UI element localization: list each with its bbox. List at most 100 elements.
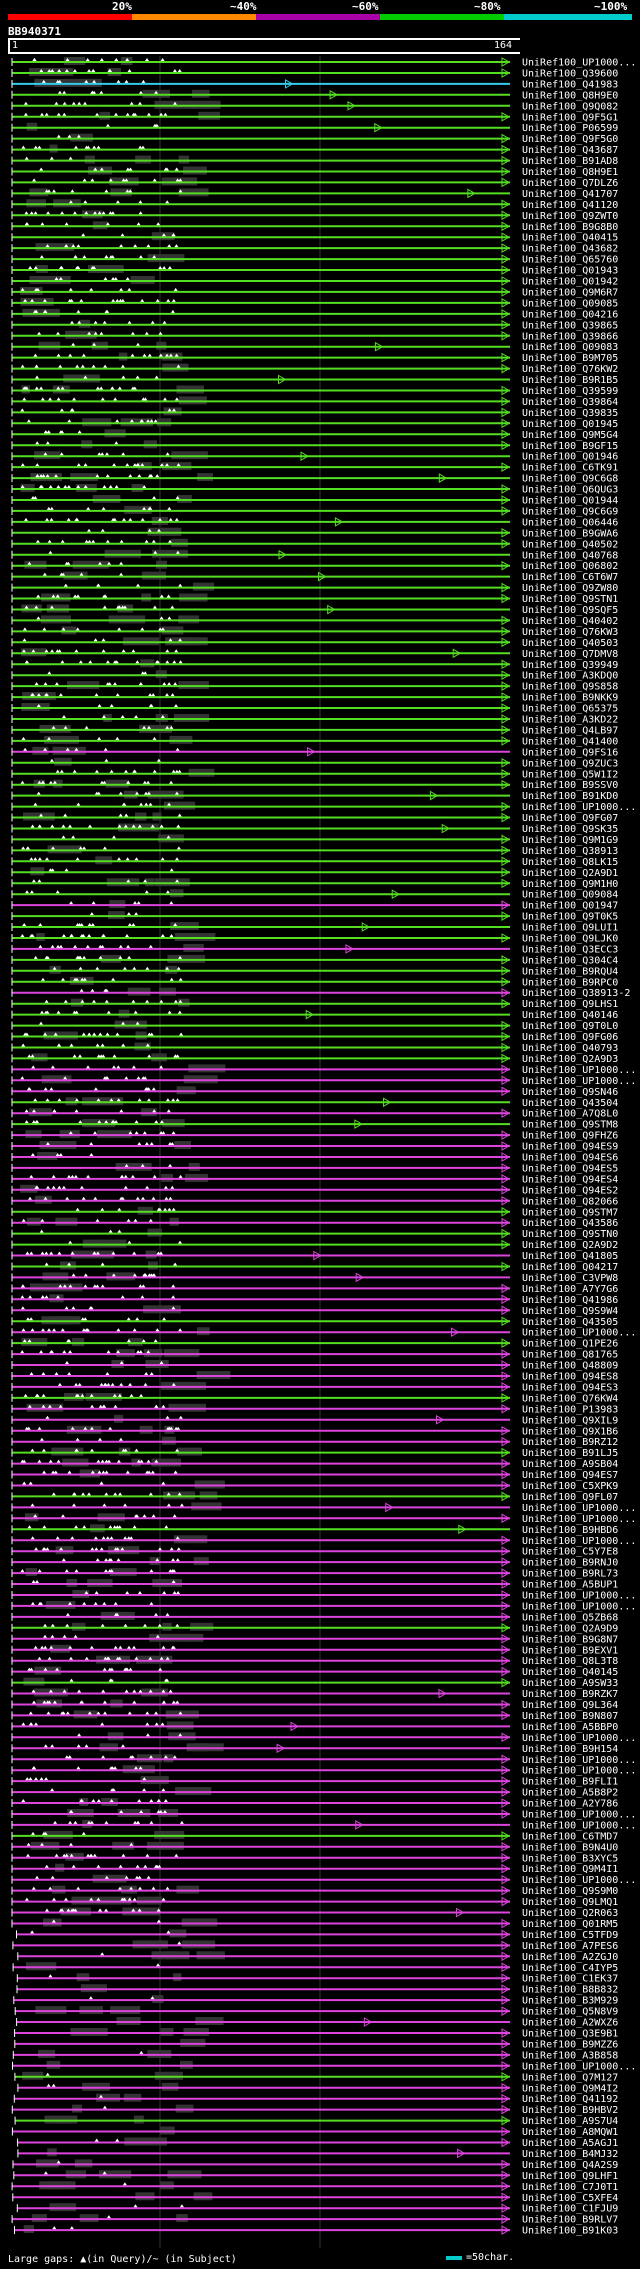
hit-row[interactable]: UniRef100_Q04217: [11, 1261, 618, 1274]
hit-row[interactable]: UniRef100_C5TFD9: [16, 1929, 619, 1941]
hit-row[interactable]: UniRef100_B9NKK9: [11, 692, 618, 704]
hit-name-link[interactable]: UniRef100_Q04216: [522, 309, 618, 320]
hit-name-link[interactable]: UniRef100_P06599: [522, 123, 618, 134]
hit-row[interactable]: UniRef100_Q39949: [11, 659, 618, 671]
hit-row[interactable]: UniRef100_Q3ECC3: [11, 943, 618, 956]
hit-row[interactable]: UniRef100_UP1000...: [11, 1535, 636, 1547]
hit-row[interactable]: UniRef100_Q39600: [11, 68, 618, 80]
hit-row[interactable]: UniRef100_A3B858: [12, 2049, 618, 2062]
hit-name-link[interactable]: UniRef100_Q94ES2: [522, 1185, 618, 1196]
hit-name-link[interactable]: UniRef100_B9RLV7: [522, 2215, 618, 2226]
hit-name-link[interactable]: UniRef100_Q43504: [522, 1098, 618, 1109]
hit-name-link[interactable]: UniRef100_Q43687: [522, 145, 618, 156]
hit-name-link[interactable]: UniRef100_C6T6W7: [522, 572, 618, 583]
hit-row[interactable]: UniRef100_B9RQU4: [11, 965, 618, 978]
hit-name-link[interactable]: UniRef100_B91K03: [522, 2226, 618, 2237]
hit-row[interactable]: UniRef100_B9HBD6: [11, 1524, 618, 1536]
hit-row[interactable]: UniRef100_B9H154: [11, 1743, 618, 1755]
hit-row[interactable]: UniRef100_B91LJ5: [11, 1447, 618, 1460]
hit-name-link[interactable]: UniRef100_Q9M4I2: [522, 2083, 618, 2094]
hit-name-link[interactable]: UniRef100_Q06802: [522, 561, 618, 572]
hit-name-link[interactable]: UniRef100_UP1000...: [522, 1503, 636, 1514]
hit-row[interactable]: UniRef100_Q9F5G1: [11, 111, 618, 124]
hit-row[interactable]: UniRef100_Q01945: [11, 418, 618, 430]
hit-name-link[interactable]: UniRef100_Q01943: [522, 266, 618, 277]
hit-row[interactable]: UniRef100_Q01944: [11, 495, 618, 507]
hit-name-link[interactable]: UniRef100_Q94ES9: [522, 1142, 618, 1153]
hit-name-link[interactable]: UniRef100_Q9S9M0: [522, 1886, 618, 1897]
hit-name-link[interactable]: UniRef100_Q9FL07: [522, 1492, 618, 1503]
hit-name-link[interactable]: UniRef100_Q9LHS1: [522, 999, 618, 1010]
hit-name-link[interactable]: UniRef100_Q6QUG3: [522, 485, 618, 496]
hit-row[interactable]: UniRef100_Q9L364: [11, 1699, 618, 1712]
hit-name-link[interactable]: UniRef100_UP1000...: [522, 1733, 636, 1744]
hit-row[interactable]: UniRef100_C3VPW8: [11, 1272, 618, 1284]
hit-name-link[interactable]: UniRef100_Q9LJK0: [522, 934, 618, 945]
hit-name-link[interactable]: UniRef100_Q40502: [522, 539, 618, 550]
hit-name-link[interactable]: UniRef100_Q38913-2: [522, 988, 630, 999]
hit-name-link[interactable]: UniRef100_Q09085: [522, 298, 618, 309]
hit-name-link[interactable]: UniRef100_B9RPC0: [522, 977, 618, 988]
hit-row[interactable]: UniRef100_Q01RM5: [11, 1918, 618, 1931]
hit-name-link[interactable]: UniRef100_A7Q8L0: [522, 1109, 618, 1120]
hit-row[interactable]: UniRef100_B9MZZ6: [14, 2038, 619, 2050]
hit-name-link[interactable]: UniRef100_Q41400: [522, 736, 618, 747]
hit-row[interactable]: UniRef100_Q5W1I2: [11, 768, 618, 781]
hit-row[interactable]: UniRef100_Q9X1B6: [11, 1425, 618, 1438]
hit-row[interactable]: UniRef100_B9N807: [11, 1710, 618, 1722]
hit-name-link[interactable]: UniRef100_Q9FS16: [522, 747, 618, 758]
hit-row[interactable]: UniRef100_B9RPC0: [11, 976, 618, 989]
hit-row[interactable]: UniRef100_Q01942: [11, 276, 618, 288]
hit-row[interactable]: UniRef100_Q40502: [11, 538, 618, 551]
hit-row[interactable]: UniRef100_Q9STM8: [11, 1119, 618, 1131]
hit-row[interactable]: UniRef100_Q43505: [11, 1316, 618, 1328]
hit-row[interactable]: UniRef100_B9RL73: [11, 1568, 618, 1580]
hit-row[interactable]: UniRef100_A3KD22: [11, 714, 618, 726]
hit-name-link[interactable]: UniRef100_A5BUP1: [522, 1580, 618, 1591]
hit-row[interactable]: UniRef100_Q2A9D9: [11, 1622, 618, 1635]
hit-row[interactable]: UniRef100_B9GWA6: [11, 527, 618, 540]
hit-row[interactable]: UniRef100_P06599: [11, 122, 618, 135]
hit-name-link[interactable]: UniRef100_Q9F5G0: [522, 134, 618, 145]
hit-row[interactable]: UniRef100_Q76KW4: [11, 1392, 618, 1405]
hit-name-link[interactable]: UniRef100_Q01947: [522, 901, 618, 912]
hit-row[interactable]: UniRef100_Q9S858: [11, 681, 618, 693]
hit-name-link[interactable]: UniRef100_Q9LMQ1: [522, 1897, 618, 1908]
hit-name-link[interactable]: UniRef100_Q4LB97: [522, 725, 618, 736]
hit-row[interactable]: UniRef100_Q41120: [11, 199, 618, 211]
hit-row[interactable]: UniRef100_Q41192: [13, 2093, 618, 2106]
hit-row[interactable]: UniRef100_Q48809: [11, 1360, 618, 1372]
hit-name-link[interactable]: UniRef100_UP1000...: [522, 58, 636, 69]
hit-name-link[interactable]: UniRef100_Q9L364: [522, 1700, 618, 1711]
hit-name-link[interactable]: UniRef100_B91KD0: [522, 791, 618, 802]
hit-name-link[interactable]: UniRef100_B9RZ12: [522, 1437, 618, 1448]
hit-name-link[interactable]: UniRef100_Q8H9E1: [522, 167, 618, 178]
hit-name-link[interactable]: UniRef100_A8MQW1: [522, 2127, 618, 2138]
hit-name-link[interactable]: UniRef100_B9N4U0: [522, 1842, 618, 1853]
hit-row[interactable]: UniRef100_C5Y7E8: [11, 1546, 618, 1558]
hit-name-link[interactable]: UniRef100_A2ZGJ0: [522, 1952, 618, 1963]
hit-row[interactable]: UniRef100_B3M929: [13, 1995, 619, 2007]
hit-name-link[interactable]: UniRef100_Q9M4I1: [522, 1864, 618, 1875]
hit-name-link[interactable]: UniRef100_P13983: [522, 1404, 618, 1415]
hit-row[interactable]: UniRef100_UP1000...: [11, 1075, 636, 1087]
hit-row[interactable]: UniRef100_Q09085: [11, 297, 618, 310]
hit-name-link[interactable]: UniRef100_Q06446: [522, 517, 618, 528]
hit-row[interactable]: UniRef100_B9EXV1: [11, 1644, 618, 1657]
hit-name-link[interactable]: UniRef100_Q8H9E0: [522, 90, 618, 101]
hit-name-link[interactable]: UniRef100_C1FJU9: [522, 2204, 618, 2215]
hit-name-link[interactable]: UniRef100_Q9SN46: [522, 1087, 618, 1098]
hit-row[interactable]: UniRef100_Q9M6R7: [11, 286, 618, 299]
hit-row[interactable]: UniRef100_Q94ES3: [11, 1381, 618, 1394]
hit-row[interactable]: UniRef100_Q41805: [11, 1250, 618, 1263]
hit-name-link[interactable]: UniRef100_Q9LHF1: [522, 2171, 618, 2182]
hit-name-link[interactable]: UniRef100_Q9C6G8: [522, 474, 618, 485]
hit-row[interactable]: UniRef100_Q9ZUC3: [11, 757, 618, 770]
hit-row[interactable]: UniRef100_UP1000...: [11, 1819, 636, 1832]
hit-name-link[interactable]: UniRef100_Q9SK35: [522, 824, 618, 835]
hit-row[interactable]: UniRef100_UP1000...: [11, 801, 636, 814]
hit-name-link[interactable]: UniRef100_B9N807: [522, 1711, 618, 1722]
hit-row[interactable]: UniRef100_Q41707: [11, 188, 618, 200]
hit-row[interactable]: UniRef100_Q40146: [11, 1009, 618, 1022]
hit-row[interactable]: UniRef100_A9SW33: [11, 1677, 618, 1690]
